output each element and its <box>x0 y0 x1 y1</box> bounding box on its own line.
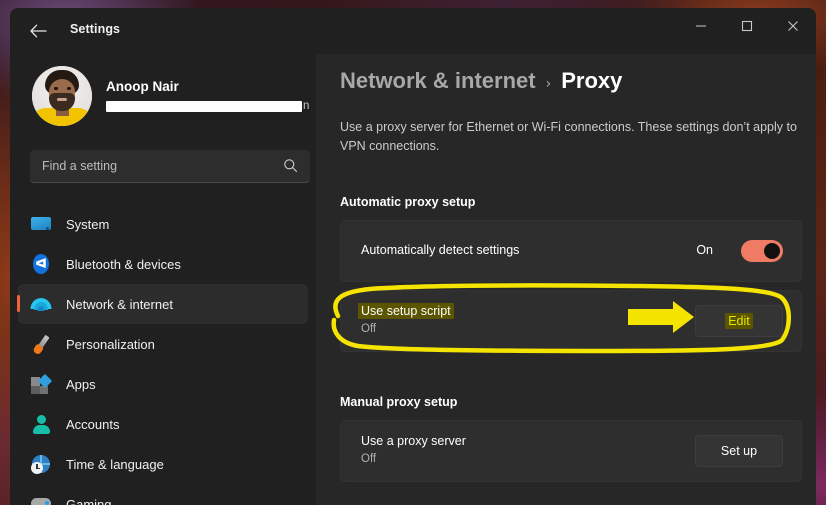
edit-button[interactable]: Edit <box>695 305 783 337</box>
sidebar-item-apps[interactable]: Apps <box>18 364 308 404</box>
user-profile[interactable]: Anoop Nair n <box>32 66 309 130</box>
use-setup-script-card: Use setup script Off Edit <box>340 290 802 352</box>
settings-window: Settings Anoop Nair n Find a setting Sys… <box>10 8 816 505</box>
toggle-state-label: On <box>696 243 713 257</box>
set-up-button[interactable]: Set up <box>695 435 783 467</box>
sidebar-item-accounts[interactable]: Accounts <box>18 404 308 444</box>
section-heading-manual-proxy-setup: Manual proxy setup <box>340 395 458 409</box>
sidebar-item-bluetooth-devices[interactable]: ᐊ Bluetooth & devices <box>18 244 308 284</box>
card-title: Automatically detect settings <box>361 243 520 257</box>
search-icon[interactable] <box>283 158 298 173</box>
email-redaction-bar <box>106 100 302 112</box>
card-subtitle: Off <box>361 453 377 465</box>
gamepad-icon <box>30 493 52 505</box>
minimize-button[interactable] <box>678 8 724 44</box>
sidebar-item-label: Network & internet <box>66 296 173 312</box>
sidebar-item-label: System <box>66 216 110 232</box>
card-title: Use a proxy server <box>361 434 466 448</box>
card-title-text: Use setup script <box>358 303 454 319</box>
apps-grid-icon <box>30 373 53 395</box>
sidebar-item-system[interactable]: System <box>18 204 308 244</box>
avatar <box>32 66 92 126</box>
content-pane: Network & internet › Proxy Use a proxy s… <box>316 54 816 505</box>
breadcrumb-separator-icon: › <box>545 76 552 92</box>
back-arrow-icon <box>29 24 47 38</box>
section-heading-automatic-proxy-setup: Automatic proxy setup <box>340 195 476 209</box>
user-email-tail: n <box>303 100 310 112</box>
app-title: Settings <box>70 22 121 36</box>
sidebar-item-label: Time & language <box>66 456 164 472</box>
person-icon <box>30 413 52 435</box>
breadcrumb: Network & internet › Proxy <box>340 68 622 94</box>
sidebar-item-gaming[interactable]: Gaming <box>18 484 308 505</box>
card-title: Use setup script <box>358 303 454 319</box>
selected-accent-bar <box>17 295 20 312</box>
maximize-icon <box>741 20 753 32</box>
title-bar: Settings <box>10 8 816 54</box>
card-subtitle: Off <box>361 323 377 335</box>
wifi-icon <box>30 293 52 315</box>
paintbrush-icon <box>30 333 52 356</box>
close-icon <box>788 21 798 31</box>
edit-button-label: Edit <box>725 313 753 329</box>
breadcrumb-parent[interactable]: Network & internet <box>340 68 536 94</box>
sidebar-item-label: Apps <box>66 376 96 392</box>
sidebar: Anoop Nair n Find a setting System ᐊ Blu… <box>10 54 316 505</box>
page-title: Proxy <box>561 68 623 93</box>
display-monitor-icon <box>30 213 52 235</box>
automatically-detect-settings-card: Automatically detect settings On <box>340 220 802 282</box>
bluetooth-icon: ᐊ <box>30 253 52 275</box>
sidebar-nav: System ᐊ Bluetooth & devices Network & i… <box>17 204 308 505</box>
sidebar-item-label: Bluetooth & devices <box>66 256 181 272</box>
user-name: Anoop Nair <box>106 79 179 94</box>
user-email: n <box>106 99 309 113</box>
search-placeholder: Find a setting <box>42 159 118 173</box>
automatically-detect-settings-toggle[interactable] <box>741 240 783 262</box>
search-input[interactable]: Find a setting <box>30 150 310 183</box>
toggle-knob <box>764 243 780 259</box>
set-up-button-label: Set up <box>720 444 758 458</box>
back-button[interactable] <box>22 16 54 46</box>
sidebar-item-label: Accounts <box>66 416 120 432</box>
sidebar-item-network-internet[interactable]: Network & internet <box>17 284 308 324</box>
sidebar-item-label: Personalization <box>66 336 155 352</box>
page-description: Use a proxy server for Ethernet or Wi-Fi… <box>340 120 797 153</box>
sidebar-item-label: Gaming <box>66 496 112 505</box>
use-a-proxy-server-card: Use a proxy server Off Set up <box>340 420 802 482</box>
maximize-button[interactable] <box>724 8 770 44</box>
sidebar-item-time-language[interactable]: Time & language <box>18 444 308 484</box>
close-button[interactable] <box>770 8 816 44</box>
minimize-icon <box>696 25 706 27</box>
clock-globe-icon <box>30 453 52 475</box>
sidebar-item-personalization[interactable]: Personalization <box>18 324 308 364</box>
